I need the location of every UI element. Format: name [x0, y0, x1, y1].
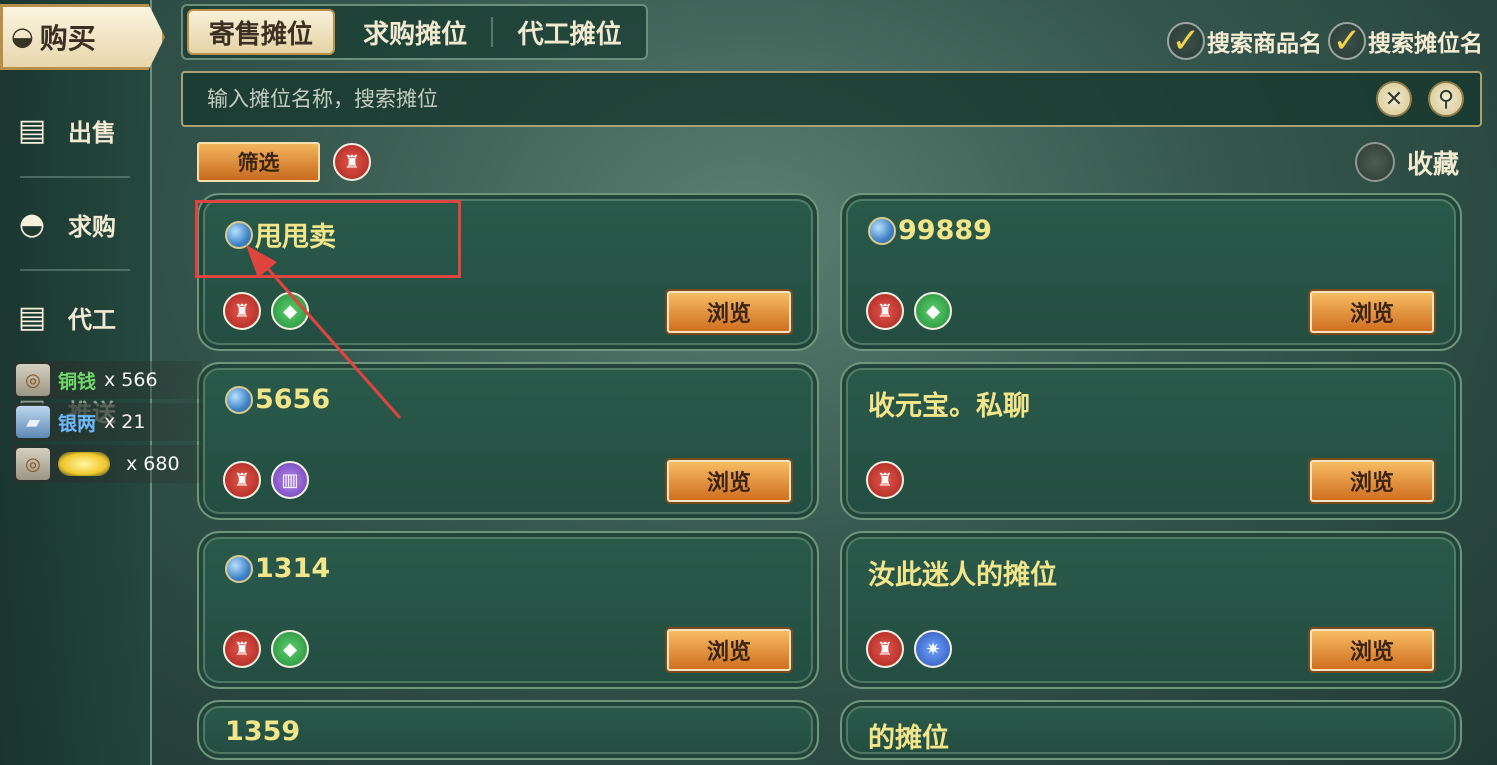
gem-tag-icon: ✷ [914, 630, 952, 668]
stall-icon: ▤ [17, 299, 47, 335]
currency-count: x 21 [104, 411, 146, 433]
merchant-tag-icon[interactable]: ♜ [333, 143, 371, 181]
merchant-tag-icon: ♜ [866, 292, 904, 330]
clear-button[interactable]: ✕ [1376, 81, 1412, 117]
merchant-tag-icon: ♜ [223, 461, 261, 499]
browse-button[interactable]: 浏览 [1310, 291, 1434, 333]
close-icon: ✕ [1384, 86, 1404, 112]
favorite-toggle[interactable]: 收藏 [1354, 142, 1459, 182]
stall-card[interactable]: 1314 ♜ ◆ 浏览 [197, 531, 819, 689]
stall-title: 1314 [225, 553, 330, 584]
search-button[interactable]: ⚲ [1428, 81, 1464, 117]
search-bar: ✕ ⚲ [181, 71, 1482, 127]
currency-name: 银两 [58, 412, 97, 435]
sidebar-item-label: 求购 [68, 212, 116, 241]
stall-icon: ▤ [17, 112, 47, 148]
currency-count: x 566 [104, 369, 158, 391]
browse-button[interactable]: 浏览 [1310, 460, 1434, 502]
divider [20, 176, 130, 178]
stall-tags: ♜ [866, 461, 904, 499]
option-search-item-name[interactable]: ✓ 搜索商品名 [1167, 22, 1322, 60]
silver-ingot-icon: ▰ [16, 406, 50, 438]
stall-title: 的摊位 [868, 716, 949, 755]
browse-button[interactable]: 浏览 [667, 460, 791, 502]
tab-consignment[interactable]: 寄售摊位 [187, 9, 335, 55]
favorite-label: 收藏 [1406, 149, 1459, 180]
stall-tags: ♜ ◆ [223, 630, 309, 668]
stall-card[interactable]: 5656 ♜ ▥ 浏览 [197, 362, 819, 520]
stall-name: 的摊位 [868, 723, 949, 754]
option-search-stall-name[interactable]: ✓ 搜索摊位名 [1328, 22, 1483, 60]
stall-card[interactable]: 汝此迷人的摊位 ♜ ✷ 浏览 [840, 531, 1462, 689]
gold-coin-icon: ◎ [16, 448, 50, 480]
favorite-checkbox[interactable] [1354, 142, 1395, 182]
stall-title: 1359 [225, 716, 300, 747]
globe-icon [225, 554, 253, 583]
stall-name: 99889 [898, 215, 992, 246]
highlight-box [195, 200, 461, 278]
stall-tags: ♜ ✷ [866, 630, 952, 668]
goods-tag-icon: ◆ [271, 292, 309, 330]
sidebar-item-sell[interactable]: ▤ 出售 [0, 90, 150, 170]
stall-title: 99889 [868, 215, 992, 246]
stall-name: 1314 [255, 553, 331, 584]
globe-icon [868, 216, 896, 245]
stall-tags: ♜ ▥ [223, 461, 309, 499]
divider [20, 269, 130, 271]
scroll-tag-icon: ▥ [271, 461, 309, 499]
currency-name: 铜钱 [58, 370, 97, 393]
currency-gold: ◎ x 680 [12, 445, 202, 483]
stall-card[interactable]: 1359 [197, 700, 819, 760]
stall-card[interactable]: 99889 ♜ ◆ 浏览 [840, 193, 1462, 351]
option-label: 搜索商品名 [1207, 31, 1322, 57]
globe-icon [225, 385, 253, 414]
currency-copper: ◎ 铜钱 x 566 [12, 361, 202, 399]
checkmark-icon: ✓ [1328, 22, 1366, 60]
browse-button[interactable]: 浏览 [667, 629, 791, 671]
tab-request[interactable]: 求购摊位 [339, 6, 492, 58]
tab-craft[interactable]: 代工摊位 [493, 6, 646, 58]
stall-title: 汝此迷人的摊位 [868, 553, 1057, 592]
option-label: 搜索摊位名 [1368, 31, 1483, 57]
stall-tags: ♜ ◆ [223, 292, 309, 330]
stall-card[interactable]: 收元宝。私聊 ♜ 浏览 [840, 362, 1462, 520]
filter-button[interactable]: 筛选 [197, 142, 320, 182]
stall-name: 汝此迷人的摊位 [868, 560, 1057, 591]
merchant-tag-icon: ♜ [223, 630, 261, 668]
search-options: ✓ 搜索商品名 ✓ 搜索摊位名 [1167, 22, 1483, 60]
currency-silver: ▰ 银两 x 21 [12, 403, 202, 441]
search-input[interactable] [207, 87, 1376, 111]
stall-name: 1359 [225, 716, 301, 747]
sidebar-item-craft[interactable]: ▤ 代工 [0, 277, 150, 357]
sidebar-item-label: 出售 [68, 118, 116, 147]
stall-name: 收元宝。私聊 [868, 391, 1030, 422]
currency-count: x 680 [126, 453, 180, 475]
stall-tags: ♜ ◆ [866, 292, 952, 330]
merchant-tag-icon: ♜ [223, 292, 261, 330]
sidebar-item-request[interactable]: ◓ 求购 [0, 184, 150, 264]
glow-effect [58, 452, 110, 476]
merchant-tag-icon: ♜ [866, 461, 904, 499]
browse-button[interactable]: 浏览 [1310, 629, 1434, 671]
search-icon: ⚲ [1437, 86, 1455, 112]
checkmark-icon: ✓ [1167, 22, 1205, 60]
copper-coin-icon: ◎ [16, 364, 50, 396]
stall-title: 收元宝。私聊 [868, 384, 1030, 423]
stall-type-tabs: 寄售摊位 求购摊位 代工摊位 [181, 4, 648, 60]
goods-tag-icon: ◆ [271, 630, 309, 668]
ingot-bowl-icon: ◓ [18, 206, 46, 242]
sidebar-item-label: 代工 [68, 305, 116, 334]
merchant-tag-icon: ♜ [866, 630, 904, 668]
stall-title: 5656 [225, 384, 330, 415]
ingot-icon: ◒ [11, 22, 34, 52]
buy-tab-label: 购买 [39, 22, 96, 55]
goods-tag-icon: ◆ [914, 292, 952, 330]
browse-button[interactable]: 浏览 [667, 291, 791, 333]
stall-card[interactable]: 的摊位 [840, 700, 1462, 760]
buy-tab[interactable]: ◒ 购买 [0, 4, 165, 70]
stall-name: 5656 [255, 384, 331, 415]
